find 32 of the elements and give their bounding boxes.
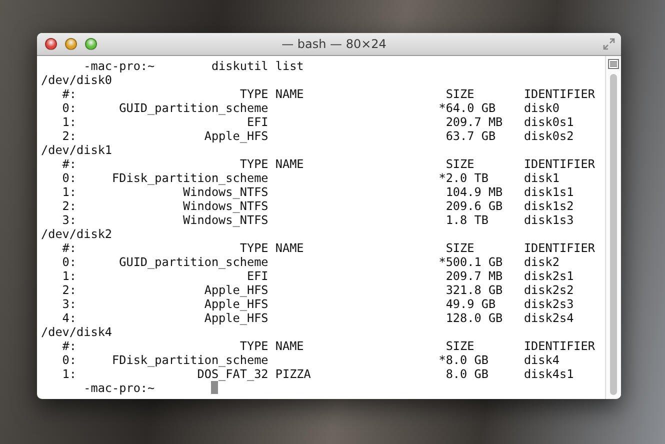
- terminal-line: #: TYPE NAME SIZE IDENTIFIER: [61, 241, 595, 255]
- terminal-line: 1: DOS_FAT_32 PIZZA 8.0 GB disk4s1: [61, 367, 574, 381]
- terminal-line: 3: Windows_NTFS 1.8 TB disk1s3: [61, 213, 574, 227]
- scroll-bar[interactable]: [605, 56, 621, 399]
- terminal-line: /dev/disk0: [41, 73, 112, 87]
- terminal-line: 1: Windows_NTFS 104.9 MB disk1s1: [61, 185, 574, 199]
- terminal-line: -mac-pro:~: [82, 381, 155, 395]
- terminal-line: 1: EFI 209.7 MB disk2s1: [61, 269, 574, 283]
- terminal-line: 2: Apple_HFS 63.7 GB disk0s2: [61, 129, 574, 143]
- window-title: — bash — 80×24: [280, 37, 388, 51]
- list-icon[interactable]: [608, 59, 619, 69]
- terminal-line: 0: GUID_partition_scheme *64.0 GB disk0: [61, 101, 560, 115]
- scroll-thumb[interactable]: [610, 74, 617, 395]
- minimize-button[interactable]: [65, 38, 77, 50]
- zoom-button[interactable]: [85, 38, 97, 50]
- terminal-line: 0: FDisk_partition_scheme *2.0 TB disk1: [61, 171, 560, 185]
- close-button[interactable]: [45, 38, 57, 50]
- terminal-line: 3: Apple_HFS 49.9 GB disk2s3: [61, 297, 574, 311]
- fullscreen-icon[interactable]: [603, 38, 615, 50]
- terminal-line: /dev/disk4: [41, 325, 112, 339]
- terminal-line: /dev/disk2: [41, 227, 112, 241]
- terminal-line: #: TYPE NAME SIZE IDENTIFIER: [61, 157, 595, 171]
- terminal-line: #: TYPE NAME SIZE IDENTIFIER: [61, 339, 595, 353]
- terminal-line: 2: Apple_HFS 321.8 GB disk2s2: [61, 283, 574, 297]
- terminal-line: 0: FDisk_partition_scheme *8.0 GB disk4: [61, 353, 560, 367]
- terminal-line: 4: Apple_HFS 128.0 GB disk2s4: [61, 311, 574, 325]
- terminal-line: 1: EFI 209.7 MB disk0s1: [61, 115, 574, 129]
- terminal-line: -mac-pro:~ diskutil list: [82, 59, 304, 73]
- terminal-line: #: TYPE NAME SIZE IDENTIFIER: [61, 87, 595, 101]
- terminal-line: /dev/disk1: [41, 143, 112, 157]
- terminal-line: 0: GUID_partition_scheme *500.1 GB disk2: [61, 255, 560, 269]
- terminal-line: 2: Windows_NTFS 209.6 GB disk1s2: [61, 199, 574, 213]
